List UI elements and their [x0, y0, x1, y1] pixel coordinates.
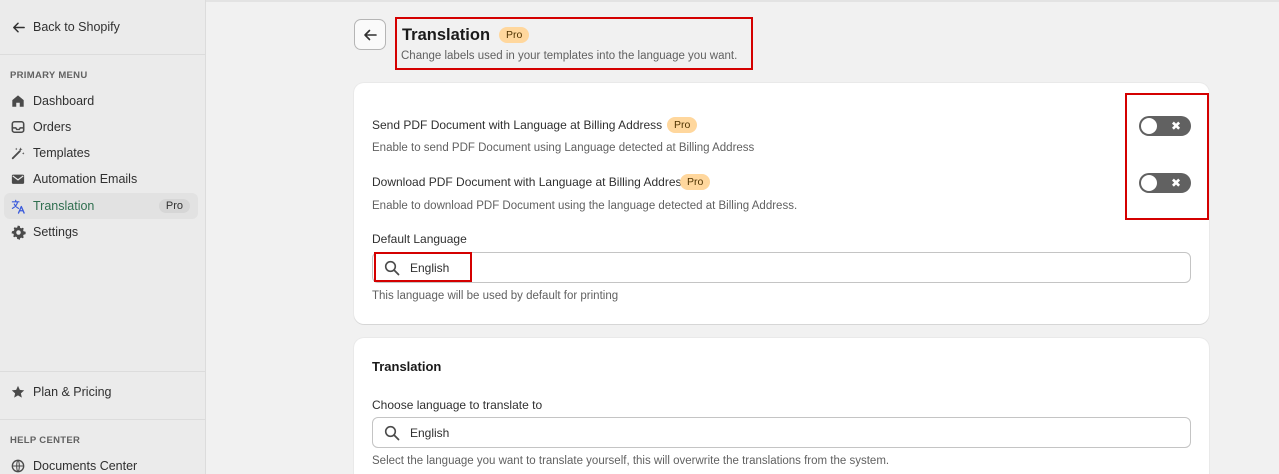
envelope-icon — [10, 171, 26, 187]
sidebar-item-templates[interactable]: Templates — [4, 140, 198, 166]
search-icon — [384, 425, 400, 441]
download-pdf-label: Download PDF Document with Language at B… — [372, 175, 688, 189]
page-header-highlight: Translation Pro Change labels used in yo… — [395, 17, 753, 70]
sidebar-item-label: Orders — [33, 120, 72, 134]
sidebar-item-label: Settings — [33, 225, 79, 239]
send-pdf-description: Enable to send PDF Document using Langua… — [372, 142, 755, 154]
pro-badge: Pro — [158, 199, 190, 213]
search-icon — [384, 260, 400, 276]
toggles-highlight — [1125, 93, 1209, 220]
default-language-value: English — [410, 260, 450, 275]
close-icon: ✖ — [1170, 119, 1181, 133]
sidebar-item-translation[interactable]: Translation Pro — [4, 193, 198, 219]
back-to-shopify-label: Back to Shopify — [33, 20, 120, 34]
language-settings-card: Send PDF Document with Language at Billi… — [354, 83, 1209, 324]
translate-icon — [10, 198, 26, 214]
default-language-search[interactable]: English — [372, 252, 1191, 283]
toggle-knob — [1141, 175, 1157, 191]
translation-card-title: Translation — [372, 359, 442, 374]
download-pdf-description: Enable to download PDF Document using th… — [372, 200, 798, 212]
translate-language-help: Select the language you want to translat… — [372, 455, 890, 467]
sidebar-item-label: Templates — [33, 146, 90, 160]
gear-icon — [10, 224, 26, 240]
sidebar-divider — [0, 419, 205, 420]
sidebar-item-documents-center[interactable]: Documents Center — [4, 453, 198, 474]
star-icon — [10, 384, 26, 400]
sidebar-item-label: Automation Emails — [33, 172, 138, 186]
choose-language-label: Choose language to translate to — [372, 398, 543, 412]
page-subtitle: Change labels used in your templates int… — [401, 50, 738, 62]
sidebar-item-label: Documents Center — [33, 459, 138, 473]
sidebar-item-dashboard[interactable]: Dashboard — [4, 88, 198, 114]
back-to-shopify-link[interactable]: Back to Shopify — [4, 14, 198, 40]
sidebar: Back to Shopify PRIMARY MENU Dashboard O… — [0, 0, 206, 474]
magic-wand-icon — [10, 145, 26, 161]
pro-badge: Pro — [667, 117, 698, 133]
arrow-left-icon — [362, 27, 378, 43]
primary-menu-heading: PRIMARY MENU — [10, 70, 88, 81]
sidebar-item-settings[interactable]: Settings — [4, 219, 198, 245]
sidebar-item-orders[interactable]: Orders — [4, 114, 198, 140]
send-pdf-label: Send PDF Document with Language at Billi… — [372, 118, 663, 132]
page-title: Translation — [402, 26, 491, 44]
sidebar-divider — [0, 54, 205, 55]
default-language-help: This language will be used by default fo… — [372, 290, 619, 302]
arrow-left-icon — [10, 19, 26, 35]
default-language-label: Default Language — [372, 232, 467, 246]
home-icon — [10, 93, 26, 109]
pro-badge: Pro — [680, 174, 711, 190]
translate-language-value: English — [410, 425, 450, 440]
inbox-icon — [10, 119, 26, 135]
sidebar-item-automation-emails[interactable]: Automation Emails — [4, 166, 198, 192]
sidebar-divider — [0, 371, 205, 372]
toggle-knob — [1141, 118, 1157, 134]
send-pdf-toggle[interactable]: ✖ — [1139, 116, 1191, 136]
back-button[interactable] — [354, 19, 386, 50]
close-icon: ✖ — [1170, 176, 1181, 190]
help-center-heading: HELP CENTER — [10, 435, 81, 446]
sidebar-item-plan-pricing[interactable]: Plan & Pricing — [4, 379, 198, 405]
sidebar-item-label: Dashboard — [33, 94, 95, 108]
download-pdf-toggle[interactable]: ✖ — [1139, 173, 1191, 193]
globe-icon — [10, 458, 26, 474]
translate-language-search[interactable]: English — [372, 417, 1191, 448]
pro-badge: Pro — [499, 27, 530, 43]
sidebar-item-label: Translation — [33, 199, 95, 213]
sidebar-item-label: Plan & Pricing — [33, 385, 112, 399]
translation-card: Translation Choose language to translate… — [354, 338, 1209, 474]
